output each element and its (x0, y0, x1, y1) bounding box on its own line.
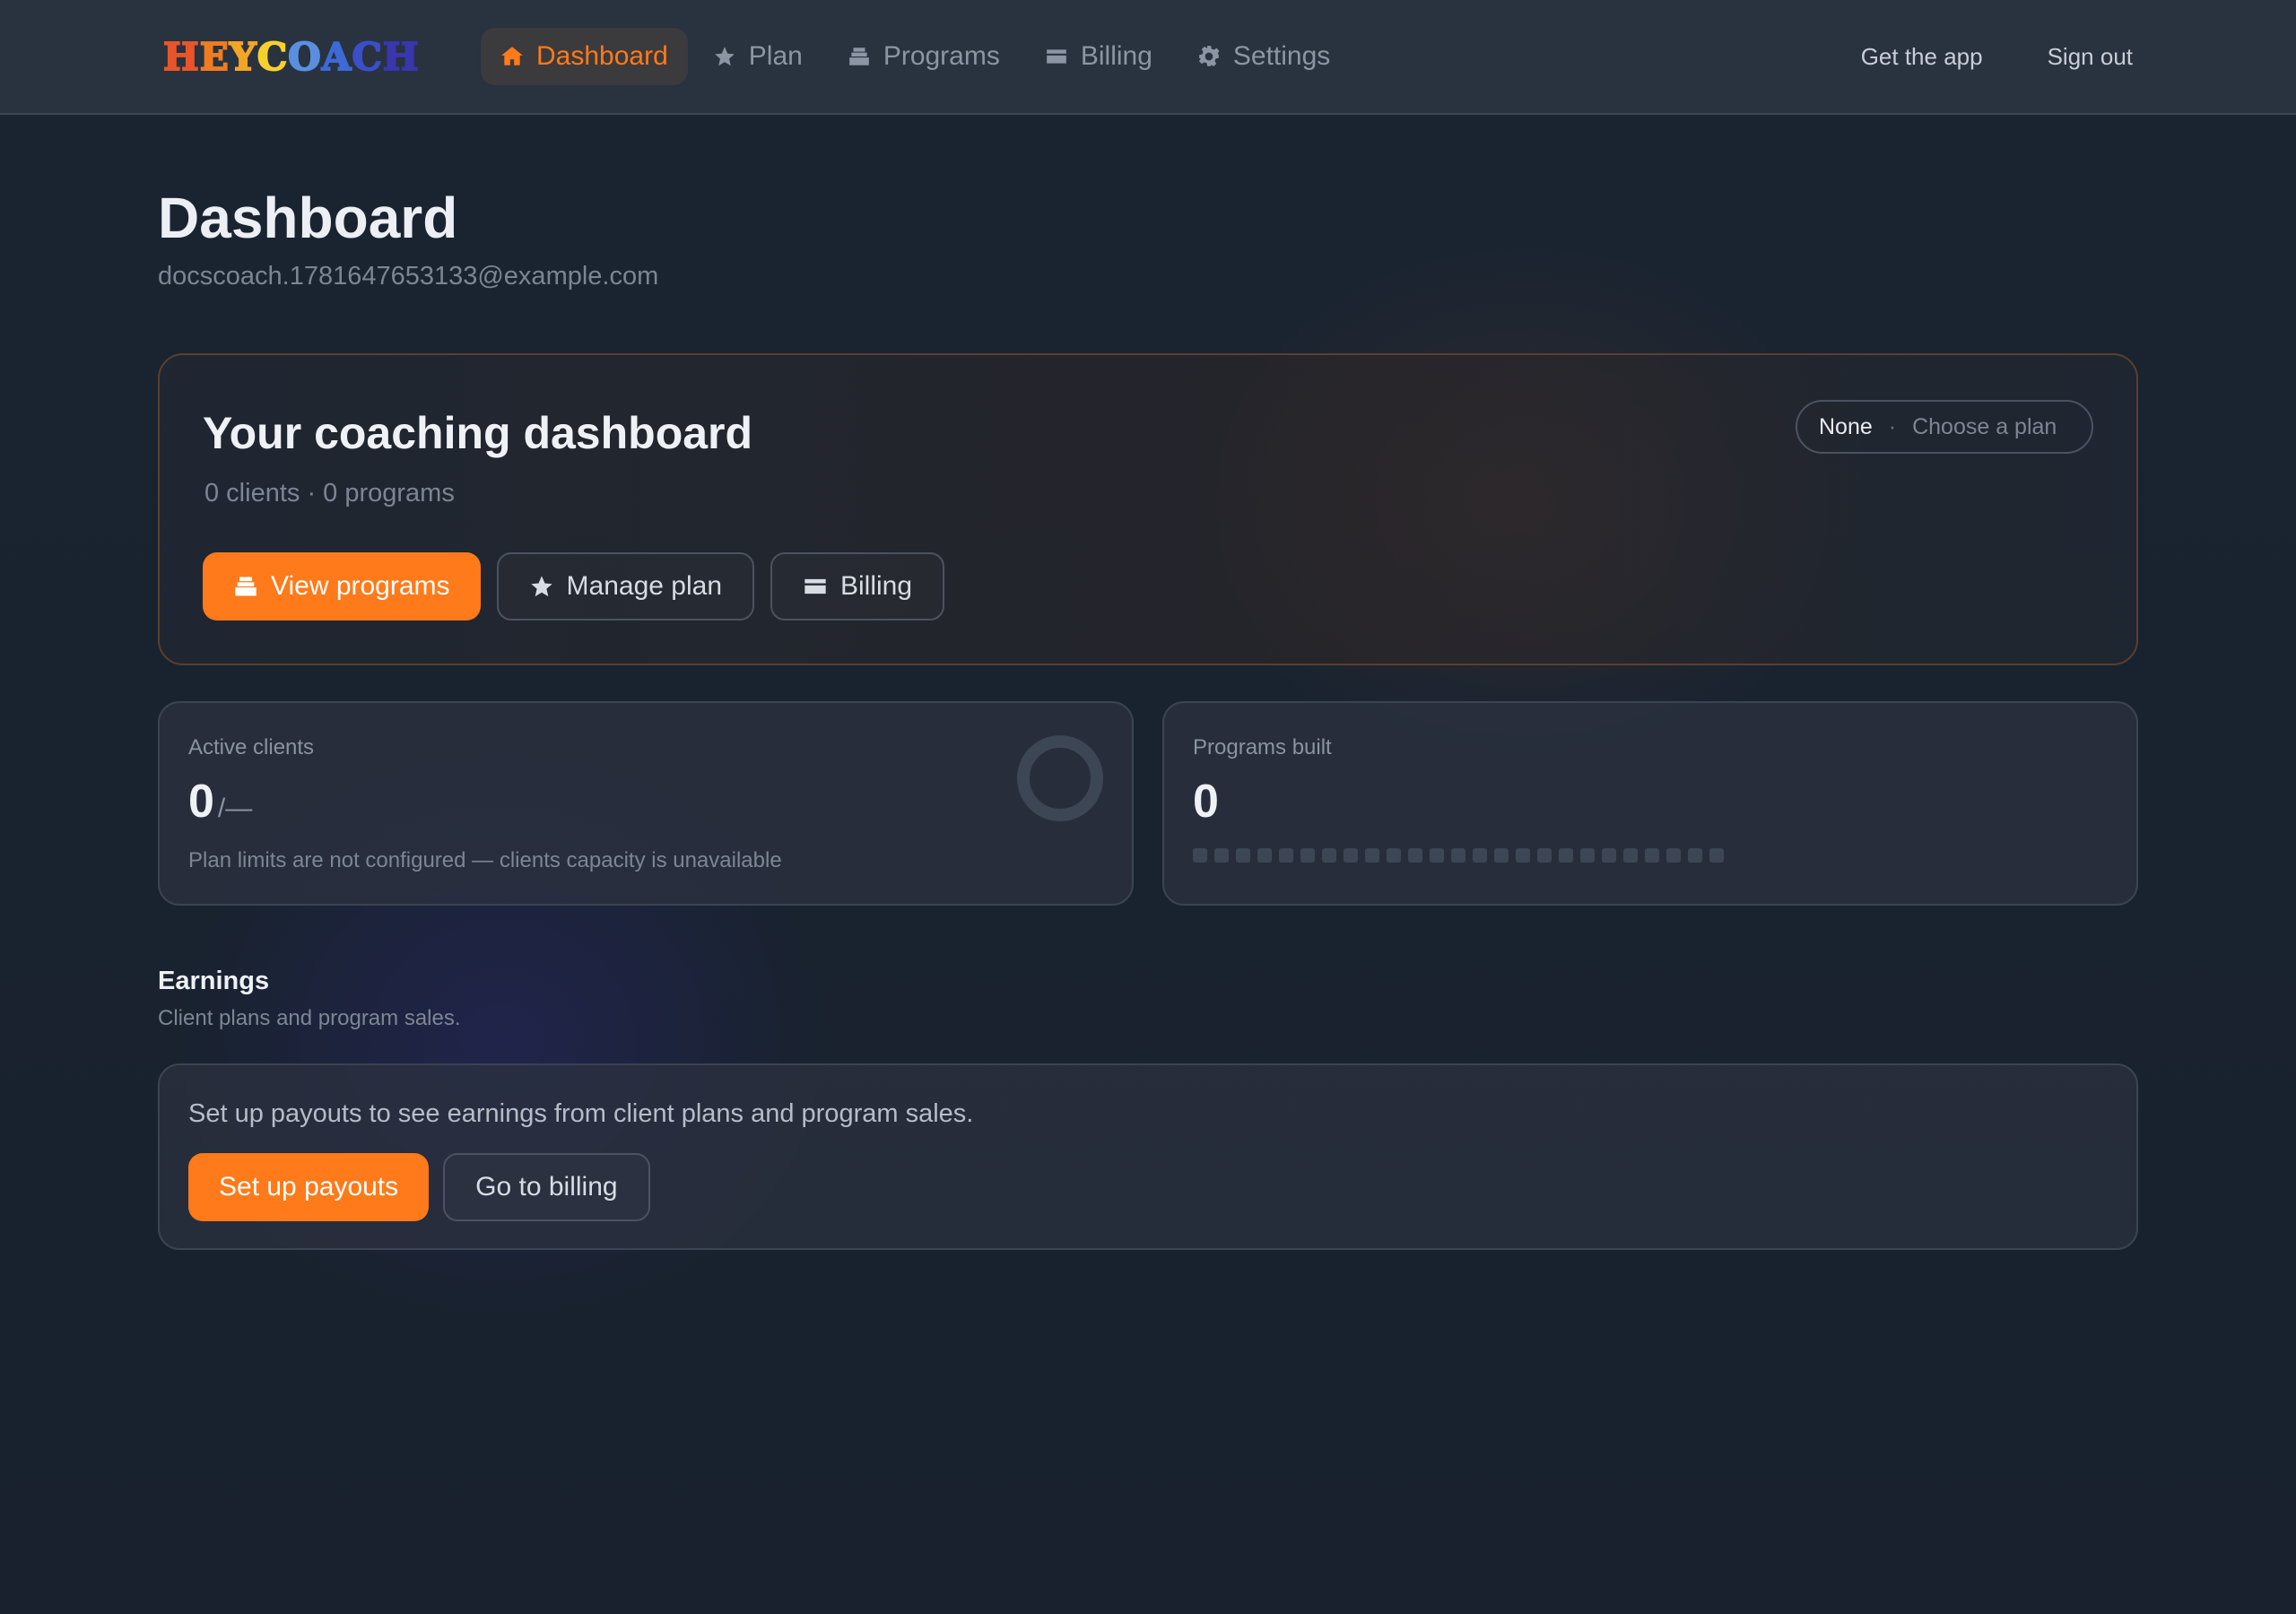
program-slot-dot (1688, 848, 1702, 863)
active-clients-card: Active clients 0 /— Plan limits are not … (158, 701, 1134, 906)
nav-item-plan[interactable]: Plan (693, 28, 822, 85)
programs-built-count: 0 (1193, 776, 1219, 828)
program-slot-dot (1279, 848, 1293, 863)
nav-item-label: Plan (748, 41, 803, 71)
program-slot-dot (1623, 848, 1638, 863)
get-the-app-link[interactable]: Get the app (1861, 43, 1983, 71)
program-slot-dot (1300, 848, 1315, 863)
hero-title: Your coaching dashboard (203, 408, 753, 458)
stat-value: 0 (1193, 775, 1219, 829)
gear-icon (1198, 46, 1220, 67)
coaching-dashboard-card: Your coaching dashboard 0 clients · 0 pr… (158, 353, 2138, 665)
logo-letter: E (199, 34, 230, 80)
plan-value: None (1819, 413, 1873, 439)
button-label: Billing (840, 571, 913, 601)
program-slot-dot (1602, 848, 1616, 863)
button-label: View programs (271, 571, 450, 601)
logo-letter: O (287, 34, 322, 80)
program-slot-dot (1580, 848, 1595, 863)
program-slot-dot (1214, 848, 1229, 863)
page-title: Dashboard (158, 186, 458, 250)
top-right-actions: Get the app Sign out (1861, 36, 2133, 77)
program-slot-dot (1193, 848, 1207, 863)
nav-item-label: Programs (883, 41, 1000, 71)
go-to-billing-button[interactable]: Go to billing (443, 1153, 650, 1221)
capacity-ring (1017, 735, 1103, 821)
nav-item-billing[interactable]: Billing (1025, 28, 1172, 85)
manage-plan-button[interactable]: Manage plan (496, 552, 754, 620)
stack-icon (235, 577, 257, 596)
stat-label: Programs built (1193, 735, 1332, 759)
active-clients-count: 0 (188, 776, 214, 828)
programs-built-card: Programs built 0 (1162, 701, 2138, 906)
card-icon (1047, 49, 1066, 64)
earnings-actions: Set up payouts Go to billing (188, 1153, 650, 1221)
heycoach-logo[interactable]: HEYCOACH (162, 34, 420, 80)
logo-letter: H (382, 34, 420, 80)
program-slot-dot (1709, 848, 1724, 863)
program-slot-dot (1430, 848, 1444, 863)
logo-letter: C (257, 34, 289, 80)
logo-letter: C (351, 34, 383, 80)
program-slot-dot (1344, 848, 1358, 863)
stat-value: 0 /— (188, 775, 252, 829)
sign-out-link[interactable]: Sign out (2048, 43, 2133, 71)
earnings-card: Set up payouts to see earnings from clie… (158, 1063, 2138, 1250)
logo-letter: A (321, 34, 352, 80)
view-programs-button[interactable]: View programs (203, 552, 481, 620)
earnings-title: Earnings (158, 967, 270, 995)
home-icon (501, 47, 523, 65)
program-slot-dot (1666, 848, 1681, 863)
nav-item-label: Billing (1080, 41, 1152, 71)
star-icon (714, 47, 735, 66)
program-slot-dot (1494, 848, 1509, 863)
plan-status-pill[interactable]: None · Choose a plan (1796, 400, 2093, 454)
earnings-subtitle: Client plans and program sales. (158, 1006, 461, 1030)
hero-actions: View programs Manage plan Billing (203, 552, 945, 620)
program-slot-dot (1236, 848, 1250, 863)
logo-letter: Y (229, 34, 257, 80)
card-icon (804, 578, 826, 594)
stat-note: Plan limits are not configured — clients… (188, 848, 782, 872)
active-clients-limit: /— (217, 794, 253, 823)
top-navigation-bar: HEYCOACH Dashboard Plan Programs Billing… (0, 0, 2296, 115)
nav-item-label: Settings (1232, 41, 1331, 71)
program-slot-dot (1322, 848, 1336, 863)
nav-item-settings[interactable]: Settings (1178, 28, 1350, 85)
stat-label: Active clients (188, 735, 315, 759)
logo-letter: H (162, 34, 200, 80)
program-slot-dot (1516, 848, 1530, 863)
user-email: docscoach.1781647653133@example.com (158, 262, 659, 291)
program-slot-dot (1451, 848, 1465, 863)
program-slot-dot (1257, 848, 1272, 863)
programs-progress-dots (1193, 848, 1724, 863)
program-slot-dot (1559, 848, 1573, 863)
earnings-message: Set up payouts to see earnings from clie… (188, 1099, 974, 1128)
program-slot-dot (1473, 848, 1487, 863)
program-slot-dot (1408, 848, 1422, 863)
nav-item-dashboard[interactable]: Dashboard (481, 28, 688, 85)
star-icon (530, 576, 552, 597)
plan-separator: · (1888, 413, 1897, 439)
nav-item-label: Dashboard (536, 41, 668, 71)
nav-item-programs[interactable]: Programs (828, 28, 1020, 85)
set-up-payouts-button[interactable]: Set up payouts (188, 1153, 430, 1221)
program-slot-dot (1387, 848, 1401, 863)
billing-button[interactable]: Billing (770, 552, 945, 620)
program-slot-dot (1537, 848, 1552, 863)
main-nav: Dashboard Plan Programs Billing Settings (481, 28, 1350, 85)
choose-plan-link[interactable]: Choose a plan (1912, 414, 2057, 440)
stack-icon (848, 48, 869, 65)
program-slot-dot (1365, 848, 1379, 863)
program-slot-dot (1645, 848, 1659, 863)
button-label: Manage plan (566, 571, 722, 601)
hero-summary: 0 clients · 0 programs (204, 479, 455, 508)
